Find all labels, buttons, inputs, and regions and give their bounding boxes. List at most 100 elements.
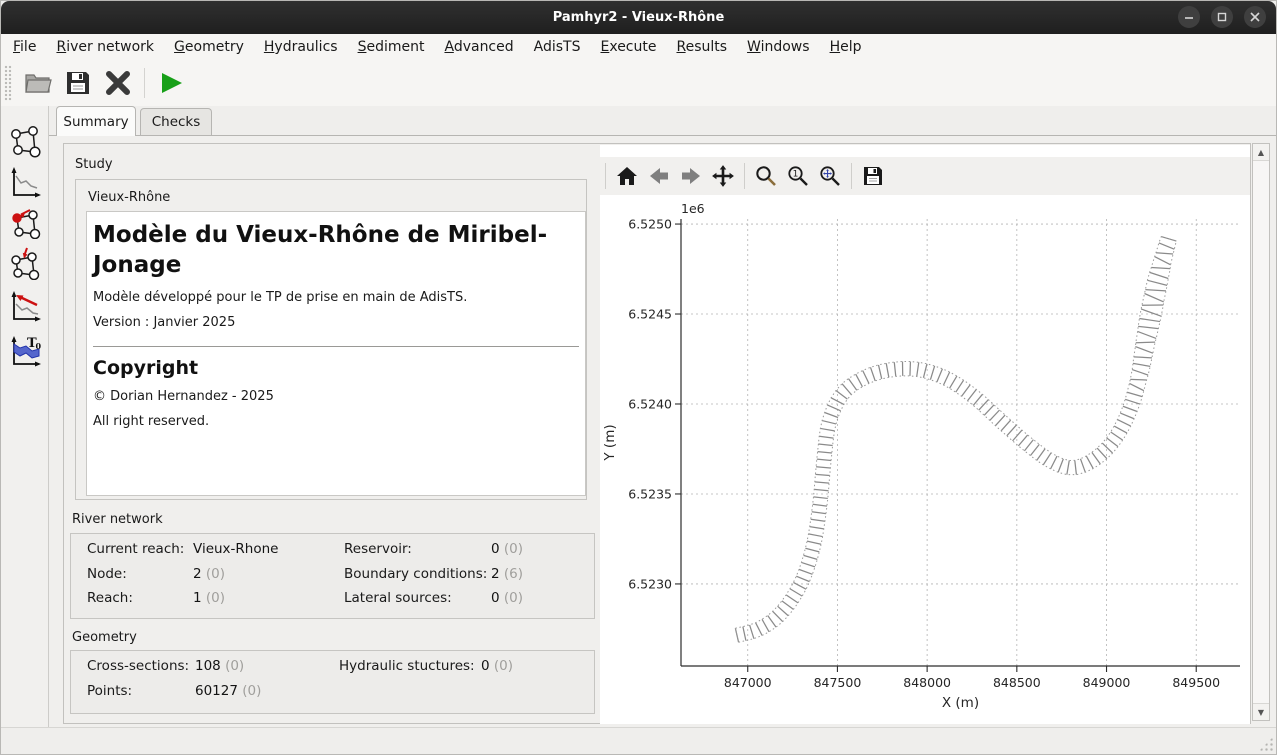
plot-zoom-one-button[interactable]: 1: [783, 161, 813, 191]
plot-back-button[interactable]: [644, 161, 674, 191]
tab-summary[interactable]: Summary: [56, 106, 136, 136]
menu-item-windows[interactable]: Windows: [737, 36, 820, 58]
field-label: Hydraulic stuctures:: [339, 658, 481, 674]
svg-text:6.5230: 6.5230: [628, 576, 672, 591]
field-value: 0: [481, 658, 490, 674]
plot-home-button[interactable]: [612, 161, 642, 191]
field-value: 0: [491, 541, 500, 557]
menu-item-results[interactable]: Results: [666, 36, 737, 58]
field-value: Vieux-Rhone: [193, 541, 278, 557]
window-title: Pamhyr2 - Vieux-Rhône: [553, 10, 725, 25]
river-network-title: River network: [72, 512, 163, 527]
svg-text:849000: 849000: [1083, 675, 1131, 690]
field-value: 60127: [195, 683, 238, 699]
geometry-right-column: Hydraulic stuctures:0 (0): [339, 658, 513, 683]
save-study-button[interactable]: [61, 66, 95, 100]
current-node-icon: [8, 205, 42, 239]
menu-item-geometry[interactable]: Geometry: [164, 36, 254, 58]
menu-item-hydraulics[interactable]: Hydraulics: [254, 36, 348, 58]
field-value: 0: [491, 590, 500, 606]
field-extra: (0): [500, 541, 523, 557]
study-description: Modèle développé pour le TP de prise en …: [93, 290, 579, 305]
svg-text:847500: 847500: [814, 675, 862, 690]
back-arrow-icon: [648, 165, 670, 187]
application-window: Pamhyr2 - Vieux-Rhône FileRiver networkG…: [0, 0, 1277, 755]
vertical-scrollbar[interactable]: ▲ ▼: [1252, 143, 1270, 721]
svg-text:849500: 849500: [1172, 675, 1220, 690]
field-extra: (0): [490, 658, 513, 674]
plot-zoom-button[interactable]: [751, 161, 781, 191]
status-bar: [1, 727, 1276, 754]
field-label: Points:: [87, 683, 195, 699]
field-extra: (0): [238, 683, 261, 699]
field-label: Boundary conditions:: [344, 566, 491, 582]
summary-pane: Study Vieux-Rhône Modèle du Vieux-Rhône …: [49, 135, 1276, 727]
field-value: 2: [491, 566, 500, 582]
geometry-box: Cross-sections:108 (0) Points:60127 (0) H…: [70, 650, 595, 714]
rail-adists-button[interactable]: T 0: [8, 335, 42, 369]
plot-zoom-fit-button[interactable]: [815, 161, 845, 191]
plot-toolbar-separator: [851, 163, 852, 189]
svg-text:0: 0: [36, 341, 42, 351]
menu-item-sediment[interactable]: Sediment: [348, 36, 435, 58]
close-study-button[interactable]: [101, 66, 135, 100]
rail-results-button[interactable]: [8, 166, 42, 200]
plot-panel: 1: [600, 145, 1250, 724]
scroll-up-button[interactable]: ▲: [1253, 144, 1269, 161]
plot-save-button[interactable]: [858, 161, 888, 191]
open-study-button[interactable]: [21, 66, 55, 100]
svg-text:848000: 848000: [903, 675, 951, 690]
zoom-fit-icon: [819, 165, 841, 187]
svg-text:1e6: 1e6: [681, 201, 705, 216]
plot-toolbar-separator: [744, 163, 745, 189]
scroll-down-button[interactable]: ▼: [1253, 703, 1269, 720]
tab-checks[interactable]: Checks: [140, 108, 212, 135]
svg-text:6.5235: 6.5235: [628, 486, 672, 501]
menu-item-execute[interactable]: Execute: [590, 36, 666, 58]
svg-text:6.5245: 6.5245: [628, 307, 672, 322]
results-plot-icon: [8, 166, 42, 200]
rail-river-network-button[interactable]: [8, 124, 42, 158]
field-value: 108: [195, 658, 221, 674]
menu-item-adists[interactable]: AdisTS: [524, 36, 591, 58]
field-label: Cross-sections:: [87, 658, 195, 674]
study-section-title: Study: [75, 157, 113, 172]
run-solver-button[interactable]: [154, 66, 188, 100]
play-icon: [158, 70, 184, 96]
close-button[interactable]: [1244, 6, 1266, 28]
rail-results-reverse-button[interactable]: [8, 290, 42, 324]
field-extra: (6): [500, 566, 523, 582]
toolbar-drag-handle[interactable]: [4, 65, 12, 101]
zoom-rect-icon: [755, 165, 777, 187]
zoom-one-icon: 1: [787, 165, 809, 187]
svg-text:6.5240: 6.5240: [628, 396, 672, 411]
resize-grip[interactable]: [1259, 737, 1273, 751]
field-label: Reach:: [87, 590, 193, 606]
field-label: Lateral sources:: [344, 590, 491, 606]
study-heading: Modèle du Vieux-Rhône de Miribel-Jonage: [93, 220, 579, 280]
geometry-left-column: Cross-sections:108 (0) Points:60127 (0): [87, 658, 261, 707]
field-extra: (0): [221, 658, 244, 674]
river-network-right-column: Reservoir:0 (0)Boundary conditions:2 (6)…: [344, 541, 523, 615]
plot-forward-button[interactable]: [676, 161, 706, 191]
plot-pan-button[interactable]: [708, 161, 738, 191]
menu-item-advanced[interactable]: Advanced: [434, 36, 523, 58]
river-network-icon: [8, 124, 42, 158]
close-icon: [1250, 12, 1260, 22]
minimize-button[interactable]: [1178, 6, 1200, 28]
field-value: 1: [193, 590, 202, 606]
menu-item-file[interactable]: File: [3, 36, 46, 58]
menu-item-help[interactable]: Help: [820, 36, 872, 58]
menu-item-river-network[interactable]: River network: [46, 36, 164, 58]
left-icon-rail: T 0: [1, 106, 49, 727]
rail-current-reach-button[interactable]: [8, 246, 42, 280]
maximize-button[interactable]: [1211, 6, 1233, 28]
study-groupbox: Vieux-Rhône Modèle du Vieux-Rhône de Mir…: [75, 179, 587, 500]
svg-text:Y (m): Y (m): [602, 424, 618, 461]
field-extra: (0): [500, 590, 523, 606]
field-label: Node:: [87, 566, 193, 582]
svg-text:6.5250: 6.5250: [628, 217, 672, 232]
field-value: 2: [193, 566, 202, 582]
plot-canvas[interactable]: 8470008475008480008485008490008495006.52…: [600, 196, 1250, 716]
rail-current-node-button[interactable]: [8, 205, 42, 239]
